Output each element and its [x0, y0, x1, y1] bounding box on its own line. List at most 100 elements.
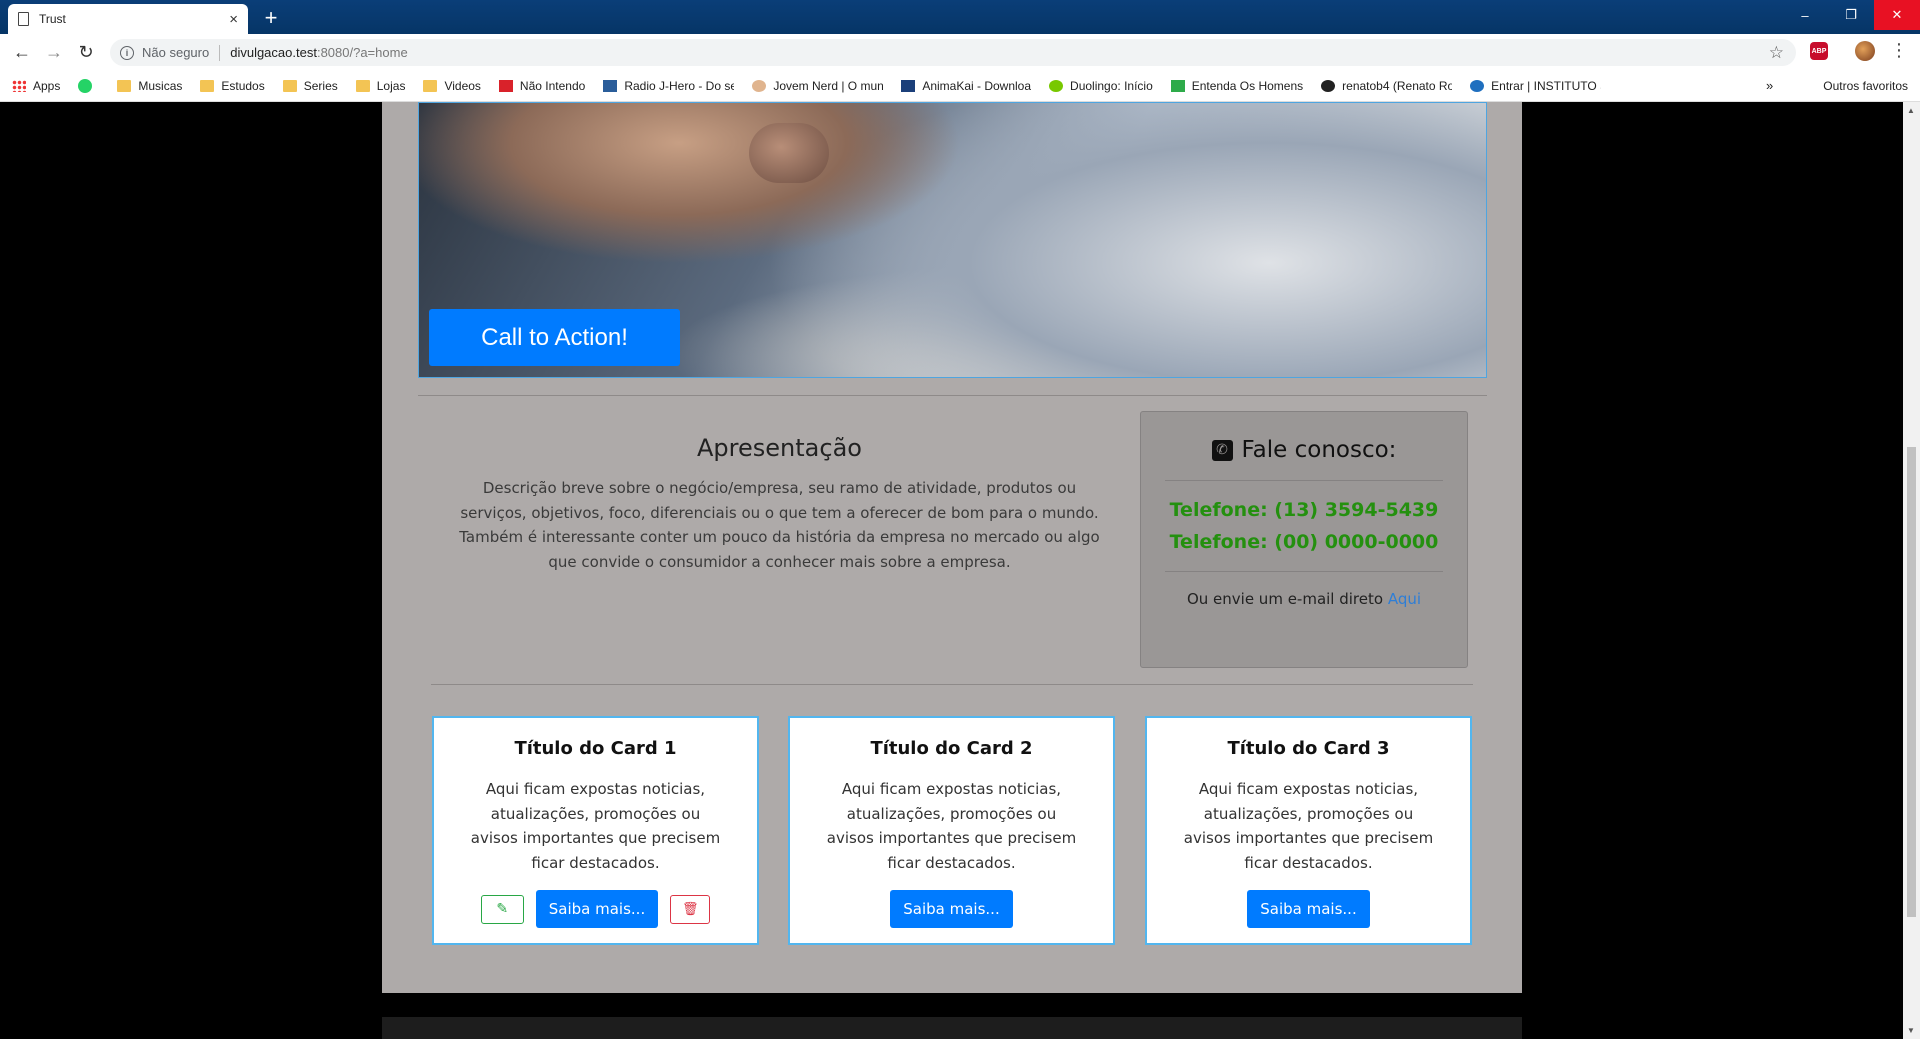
new-tab-button[interactable]: + — [258, 5, 284, 31]
apps-grid-icon — [12, 79, 26, 92]
delete-button[interactable]: 🗑 — [670, 894, 711, 924]
bookmark-label: Entrar | INSTITUTO SI — [1491, 78, 1602, 93]
card-text: Aqui ficam expostas noticias, atualizaçõ… — [1183, 780, 1434, 872]
scroll-down-icon[interactable]: ▼ — [1907, 1026, 1915, 1035]
bookmark-entenda-os-homens[interactable]: Entenda Os Homens — [1170, 78, 1304, 93]
bookmark-folder-estudos[interactable]: Estudos — [200, 78, 265, 93]
tab-title: Trust — [39, 12, 66, 26]
edit-icon: ✎ — [496, 901, 509, 917]
bookmark-label: Series — [303, 78, 338, 93]
news-card-2: Título do Card 2 Aqui ficam expostas not… — [788, 716, 1115, 945]
phone-icon: ✆ — [1211, 439, 1233, 461]
bookmark-label: Musicas — [138, 78, 183, 93]
scroll-up-icon[interactable]: ▲ — [1907, 106, 1915, 115]
folder-icon — [282, 79, 297, 92]
email-line: Ou envie um e-mail direto Aqui — [1141, 590, 1467, 608]
bookmark-nao-intendo[interactable]: Não Intendo — [498, 79, 585, 93]
contact-box: ✆ Fale conosco: Telefone: (13) 3594-5439… — [1140, 411, 1468, 668]
page-footer — [382, 1017, 1522, 1039]
browser-tab[interactable]: Trust × — [8, 4, 248, 34]
bookmark-folder-videos[interactable]: Videos — [423, 78, 481, 93]
about-description: Descrição breve sobre o negócio/empresa,… — [459, 479, 1100, 571]
bookmark-star-icon[interactable]: ☆ — [1769, 43, 1784, 63]
scrollbar-thumb[interactable] — [1907, 447, 1916, 917]
adblock-extension-icon[interactable]: ABP — [1810, 42, 1828, 60]
restore-button[interactable]: ❐ — [1828, 0, 1874, 30]
bookmark-github-renatob4[interactable]: renatob4 (Renato Ro — [1321, 79, 1452, 93]
bookmark-radio-jhero[interactable]: Radio J-Hero - Do se — [603, 79, 734, 93]
saiba-mais-button[interactable]: Saiba mais... — [890, 890, 1013, 928]
security-label: Não seguro — [142, 45, 210, 60]
bookmark-label: AnimaKai - Downloa — [922, 78, 1032, 93]
bookmark-jovem-nerd[interactable]: Jovem Nerd | O mun — [752, 79, 883, 93]
divider — [1165, 480, 1443, 481]
back-button[interactable]: ← — [10, 40, 34, 64]
bookmarks-overflow-icon[interactable]: » — [1766, 78, 1773, 93]
bookmark-animakai[interactable]: AnimaKai - Downloa — [901, 79, 1031, 93]
bookmark-label: Jovem Nerd | O mun — [773, 78, 884, 93]
forward-button[interactable]: → — [42, 40, 66, 64]
call-to-action-button[interactable]: Call to Action! — [429, 309, 680, 366]
bookmark-label: Estudos — [221, 78, 265, 93]
url-path: :8080/?a=home — [316, 45, 408, 60]
bookmark-label: Outros favoritos — [1823, 78, 1908, 93]
news-card-1: Título do Card 1 Aqui ficam expostas not… — [432, 716, 759, 945]
bookmark-label: Radio J-Hero - Do se — [624, 78, 735, 93]
browser-toolbar: ← → ↻ i Não seguro divulgacao.test :8080… — [0, 34, 1920, 70]
folder-icon — [200, 79, 215, 92]
tab-close-icon[interactable]: × — [229, 11, 238, 28]
reload-button[interactable]: ↻ — [74, 40, 98, 64]
bookmark-instituto[interactable]: Entrar | INSTITUTO SI — [1470, 79, 1601, 93]
bookmark-folder-series[interactable]: Series — [282, 78, 338, 93]
minimize-button[interactable]: – — [1782, 0, 1828, 30]
info-icon[interactable]: i — [120, 45, 134, 60]
page-scrollbar[interactable]: ▲ ▼ — [1903, 102, 1920, 1039]
bookmark-apps[interactable]: Apps — [12, 79, 60, 93]
bookmark-other-favorites[interactable]: Outros favoritos — [1823, 79, 1908, 93]
bookmark-folder-lojas[interactable]: Lojas — [355, 79, 405, 93]
page-viewport: Call to Action! Apresentação Descrição b… — [0, 102, 1903, 1039]
folder-icon — [423, 79, 438, 92]
trash-icon: 🗑 — [681, 901, 699, 917]
address-bar[interactable]: i Não seguro divulgacao.test :8080/?a=ho… — [110, 39, 1796, 66]
email-link[interactable]: Aqui — [1388, 590, 1421, 608]
site-icon — [1470, 79, 1485, 92]
phone-number: Telefone: (00) 0000-0000 — [1169, 531, 1439, 553]
saiba-mais-button[interactable]: Saiba mais... — [535, 890, 659, 928]
phone-number: Telefone: (13) 3594-5439 — [1169, 499, 1439, 521]
edit-button[interactable]: ✎ — [480, 894, 524, 924]
whatsapp-icon — [78, 78, 93, 93]
bookmark-whatsapp[interactable] — [78, 78, 99, 93]
site-icon — [901, 79, 916, 92]
close-window-button[interactable]: ✕ — [1874, 0, 1920, 30]
site-icon — [1170, 79, 1185, 92]
omnibox-separator — [219, 44, 221, 61]
menu-dots-icon[interactable]: ⋮ — [1890, 40, 1908, 61]
card-actions: Saiba mais... — [790, 890, 1113, 928]
bookmark-label: Entenda Os Homens — [1191, 78, 1304, 93]
site-icon — [1049, 79, 1064, 92]
about-section: Apresentação Descrição breve sobre o neg… — [457, 434, 1102, 574]
content-container: Call to Action! Apresentação Descrição b… — [382, 102, 1522, 993]
card-text: Aqui ficam expostas noticias, atualizaçõ… — [826, 780, 1077, 872]
card-title: Título do Card 1 — [514, 738, 677, 759]
bookmark-duolingo[interactable]: Duolingo: Início — [1049, 79, 1153, 93]
saiba-mais-button[interactable]: Saiba mais... — [1247, 890, 1370, 928]
divider — [418, 395, 1487, 396]
contact-title: Fale conosco: — [1241, 437, 1397, 463]
github-icon — [1321, 79, 1336, 92]
bookmark-folder-musicas[interactable]: Musicas — [117, 79, 182, 93]
url-host: divulgacao.test — [230, 45, 317, 60]
phone-list: Telefone: (13) 3594-5439 Telefone: (00) … — [1141, 494, 1467, 558]
bookmark-label: Videos — [444, 78, 481, 93]
card-actions: Saiba mais... — [1147, 890, 1470, 928]
page-icon — [18, 12, 29, 26]
news-card-3: Título do Card 3 Aqui ficam expostas not… — [1145, 716, 1472, 945]
email-prefix: Ou envie um e-mail direto — [1186, 590, 1384, 608]
bookmark-label: renatob4 (Renato Ro — [1342, 78, 1453, 93]
divider — [431, 684, 1473, 685]
folder-icon — [117, 79, 132, 92]
window-controls: – ❐ ✕ — [1782, 0, 1920, 30]
card-title: Título do Card 3 — [1227, 738, 1390, 759]
profile-avatar[interactable] — [1855, 41, 1875, 61]
